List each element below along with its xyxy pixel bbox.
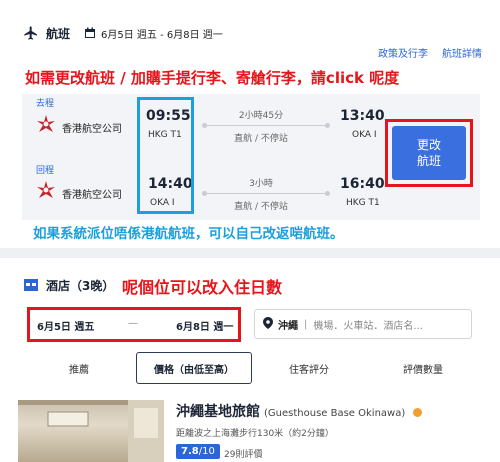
location-city: 沖繩	[278, 320, 298, 332]
inbound-arr-time: 16:40	[340, 176, 385, 192]
calendar-icon	[84, 27, 96, 39]
flight-section-title: 航班	[46, 26, 71, 41]
hotel-photo[interactable]	[18, 400, 164, 462]
hotel-score-badge: 7.8/10	[176, 444, 220, 459]
baggage-policy-link[interactable]: 政策及行李	[378, 45, 428, 60]
hotel-distance: 距離波之上海灘步行130米（約2分鐘）	[176, 429, 334, 439]
location-placeholder: 機場．火車站．酒店名...	[313, 320, 423, 332]
hotel-badge-dot	[413, 407, 423, 417]
hotel-section-header: 酒店（3晚）	[22, 276, 114, 294]
checkin-date[interactable]: 6月5日 週五	[37, 318, 94, 333]
change-flight-button-line1: 更改	[416, 137, 441, 152]
location-field[interactable]: 沖繩 | 機場．火車站．酒店名...	[254, 309, 472, 339]
change-flight-button[interactable]: 更改 航班	[392, 126, 466, 180]
outbound-duration: 2小時45分	[238, 111, 284, 121]
inbound-stops: 直航 / 不停站	[234, 202, 288, 212]
outbound-stops: 直航 / 不停站	[234, 134, 288, 144]
outbound-tag: 去程	[36, 99, 55, 109]
inbound-tag: 回程	[36, 166, 55, 176]
hk-airlines-logo	[36, 180, 56, 202]
hotel-name-en: (Guesthouse Base Okinawa)	[264, 408, 406, 419]
hotel-score: 7.8	[181, 446, 199, 457]
outbound-arr-airport: OKA I	[352, 130, 377, 140]
route-line	[207, 125, 325, 126]
annotation-dates-hint: 呢個位可以改入住日數	[122, 278, 283, 297]
flight-times-highlight-box	[137, 97, 194, 214]
change-flight-button-line2: 航班	[416, 154, 441, 168]
tab-guest-rating[interactable]: 住客評分	[252, 352, 366, 384]
flight-section-header: 航班 6月5日 週五 - 6月8日 週一	[22, 24, 223, 42]
hotel-icon	[22, 276, 40, 294]
inbound-arr-airport: HKG T1	[346, 198, 380, 208]
date-dash: —	[128, 318, 138, 329]
hk-airlines-logo	[36, 114, 56, 136]
hotel-name-zh: 沖繩基地旅館	[176, 404, 260, 420]
tab-recommended[interactable]: 推薦	[22, 352, 136, 384]
inbound-duration: 3小時	[249, 179, 273, 189]
annotation-own-flight: 如果系統派位唔係港航航班，可以自己改返啱航班。	[33, 226, 344, 242]
route-line	[207, 193, 325, 194]
route-dot	[325, 191, 330, 196]
outbound-arr-time: 13:40	[340, 108, 385, 124]
checkout-date[interactable]: 6月8日 週一	[176, 318, 233, 333]
tab-review-count[interactable]: 評價數量	[366, 352, 480, 384]
inbound-airline: 香港航空公司	[62, 190, 122, 201]
flight-details-link[interactable]: 航班詳情	[442, 45, 482, 60]
sort-tabs: 推薦 價格（由低至高） 住客評分 評價數量	[22, 352, 480, 384]
flight-card: 航班 6月5日 週五 - 6月8日 週一 政策及行李 航班詳情 如需更改航班 /…	[0, 0, 500, 248]
hotel-score-max: /10	[198, 446, 215, 457]
tab-price-low-high[interactable]: 價格（由低至高）	[136, 352, 252, 384]
outbound-airline: 香港航空公司	[62, 124, 122, 135]
hotel-reviews: 29則評價	[224, 450, 263, 460]
annotation-change-flight: 如需更改航班 / 加購手提行李、寄艙行李，請click 呢度	[25, 69, 400, 87]
hotel-name[interactable]: 沖繩基地旅館 (Guesthouse Base Okinawa)	[176, 401, 423, 421]
hotel-section-title: 酒店（3晚）	[46, 278, 115, 293]
location-divider: |	[304, 318, 308, 330]
location-pin-icon	[263, 316, 273, 332]
route-dot	[325, 123, 330, 128]
flight-dates: 6月5日 週五 - 6月8日 週一	[101, 29, 223, 41]
airplane-icon	[22, 24, 40, 42]
